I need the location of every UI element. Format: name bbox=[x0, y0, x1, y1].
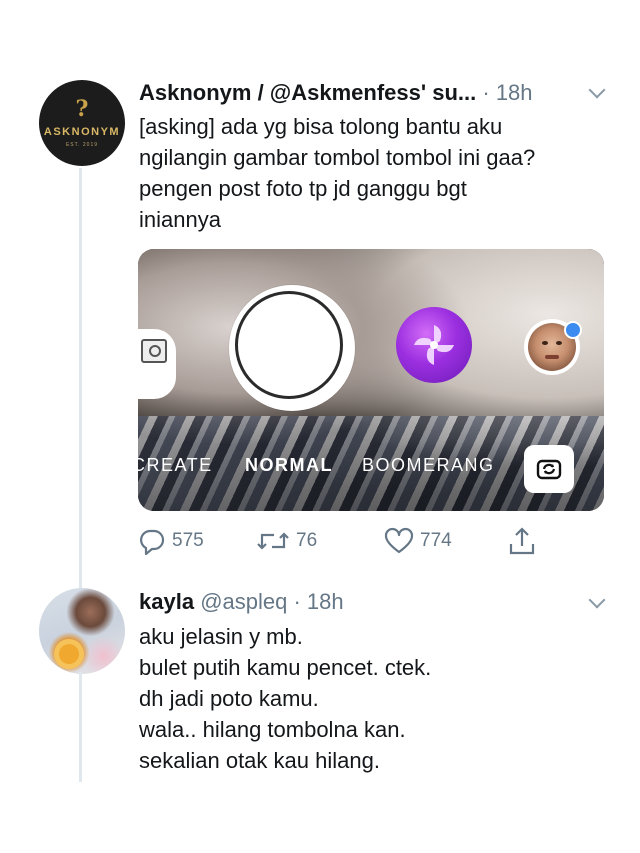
tweet-time[interactable]: · 18h bbox=[482, 80, 532, 105]
chevron-down-icon[interactable] bbox=[588, 81, 606, 99]
tweet-line: wala.. hilang tombolna kan. bbox=[139, 717, 406, 742]
avatar-flower bbox=[59, 644, 79, 664]
thread-line bbox=[79, 168, 82, 595]
tweet-line: iniannya bbox=[139, 207, 221, 232]
thread-line bbox=[79, 672, 82, 782]
tweet-line: dh jadi poto kamu. bbox=[139, 686, 319, 711]
tweet-line: ngilangin gambar tombol tombol ini gaa? bbox=[139, 145, 536, 170]
retweet-count: 76 bbox=[296, 530, 318, 551]
tweet-line: pengen post foto tp jd ganggu bgt bbox=[139, 176, 467, 201]
reply-icon bbox=[140, 529, 165, 555]
retweet-button[interactable]: 76 bbox=[256, 524, 317, 558]
tweet-photo[interactable]: CREATE NORMAL BOOMERANG bbox=[138, 249, 604, 511]
display-name[interactable]: Asknonym / @Askmenfess' su... bbox=[139, 80, 476, 105]
reply-button[interactable]: 575 bbox=[138, 524, 204, 558]
avatar-logo-est: EST. 2019 bbox=[65, 142, 99, 148]
retweet-icon bbox=[257, 532, 289, 550]
mode-boomerang: BOOMERANG bbox=[362, 455, 495, 475]
chevron-down-icon[interactable] bbox=[588, 591, 606, 609]
like-count: 774 bbox=[420, 530, 452, 551]
reply-count: 575 bbox=[172, 530, 204, 551]
tweet-time[interactable]: · 18h bbox=[293, 589, 343, 614]
flip-camera-button bbox=[524, 445, 574, 493]
tweet-header: kayla @aspleq · 18h bbox=[139, 587, 344, 617]
flip-camera-icon bbox=[536, 459, 562, 480]
tweet-actions: 575 76 774 bbox=[138, 524, 608, 558]
pinwheel-icon bbox=[414, 325, 454, 365]
share-icon bbox=[509, 527, 535, 555]
boomerang-filter-button bbox=[396, 307, 472, 383]
like-button[interactable]: 774 bbox=[384, 524, 452, 558]
tweet-line: [asking] ada yg bisa tolong bantu aku bbox=[139, 114, 503, 139]
avatar[interactable]: ? ASKNONYM EST. 2019 bbox=[39, 80, 125, 166]
tweet-line: sekalian otak kau hilang. bbox=[139, 748, 380, 773]
heart-icon bbox=[384, 527, 414, 554]
shutter-button bbox=[229, 285, 355, 411]
user-handle[interactable]: @aspleq bbox=[200, 589, 287, 614]
tweet-line: aku jelasin y mb. bbox=[139, 624, 303, 649]
avatar-logo-text: ASKNONYM bbox=[43, 126, 121, 138]
tweet-header: Asknonym / @Askmenfess' su... · 18h bbox=[139, 78, 533, 108]
tweet-text: aku jelasin y mb. bulet putih kamu pence… bbox=[139, 621, 431, 776]
tweet-text: [asking] ada yg bisa tolong bantu aku ng… bbox=[139, 111, 609, 235]
tweet-line: bulet putih kamu pencet. ctek. bbox=[139, 655, 432, 680]
camera-icon bbox=[141, 339, 167, 363]
shutter-ring bbox=[235, 291, 343, 399]
avatar[interactable] bbox=[39, 588, 125, 674]
avatar-logo-mark: ? bbox=[75, 96, 89, 122]
new-indicator-dot bbox=[564, 321, 582, 339]
share-button[interactable] bbox=[508, 524, 542, 558]
mode-create: CREATE bbox=[138, 455, 213, 475]
display-name[interactable]: kayla bbox=[139, 589, 194, 614]
mode-normal: NORMAL bbox=[245, 455, 333, 475]
